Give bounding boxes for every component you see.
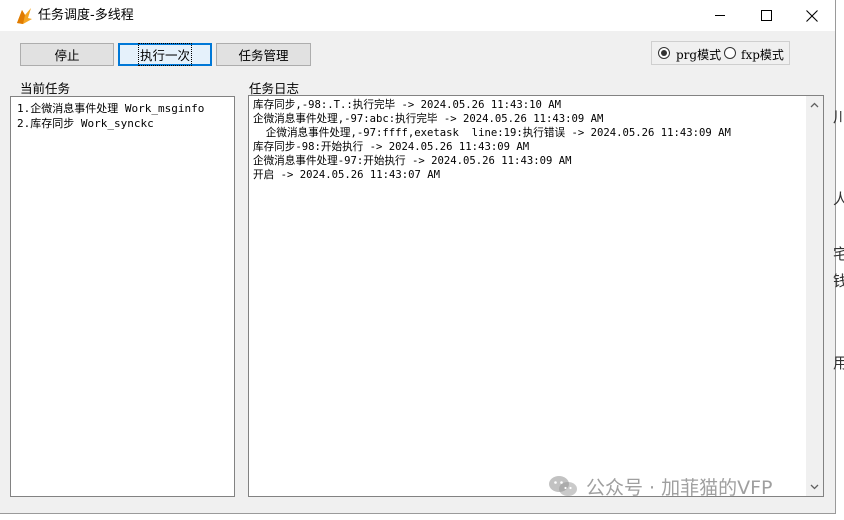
close-icon — [806, 9, 818, 22]
list-item[interactable]: 2.库存同步 Work_synckc — [17, 116, 228, 131]
log-line: 企微消息事件处理,-97:ffff,exetask line:19:执行错误 -… — [253, 127, 731, 139]
fxp-mode-radio[interactable] — [724, 47, 736, 59]
background-glyph: 宅 — [833, 245, 844, 263]
window-title: 任务调度-多线程 — [38, 8, 134, 23]
prg-mode-label[interactable]: prg模式 — [676, 46, 721, 63]
scroll-down-icon[interactable] — [810, 482, 819, 491]
run-once-button-label: 执行一次 — [137, 43, 193, 66]
fxp-mode-label[interactable]: fxp模式 — [741, 46, 784, 63]
scroll-up-icon[interactable] — [810, 101, 819, 110]
task-manage-button-label: 任务管理 — [238, 48, 289, 63]
app-fox-icon — [17, 8, 32, 24]
task-log-textarea[interactable]: 库存同步,-98:.T.:执行完毕 -> 2024.05.26 11:43:10… — [248, 95, 824, 497]
close-button[interactable] — [789, 0, 835, 31]
mode-radio-group: prg模式 fxp模式 — [651, 41, 790, 65]
title-bar[interactable]: 任务调度-多线程 — [0, 0, 835, 31]
background-glyph: 人 — [833, 190, 844, 208]
maximize-icon — [760, 10, 772, 21]
current-tasks-list[interactable]: 1.企微消息事件处理 Work_msginfo 2.库存同步 Work_sync… — [10, 96, 235, 497]
log-line: 企微消息事件处理-97:开始执行 -> 2024.05.26 11:43:09 … — [253, 155, 572, 167]
log-line: 库存同步-98:开始执行 -> 2024.05.26 11:43:09 AM — [253, 141, 530, 153]
prg-mode-radio[interactable] — [658, 47, 670, 59]
current-tasks-label: 当前任务 — [20, 81, 71, 96]
watermark: 公众号 · 加菲猫的VFP — [548, 472, 773, 500]
watermark-text: 公众号 · 加菲猫的VFP — [586, 476, 773, 499]
stop-button-label: 停止 — [54, 48, 80, 63]
run-once-button[interactable]: 执行一次 — [118, 43, 212, 66]
log-line: 开启 -> 2024.05.26 11:43:07 AM — [253, 169, 441, 181]
log-line: 企微消息事件处理,-97:abc:执行完毕 -> 2024.05.26 11:4… — [253, 113, 604, 125]
wechat-icon — [549, 476, 577, 496]
list-item[interactable]: 1.企微消息事件处理 Work_msginfo — [17, 101, 228, 116]
stop-button[interactable]: 停止 — [20, 43, 114, 66]
log-scrollbar[interactable] — [806, 96, 823, 496]
main-window: 任务调度-多线程 停止 执行一次 任务管理 prg模式 fxp模式 当前任务 任… — [0, 0, 836, 514]
maximize-button[interactable] — [743, 0, 789, 31]
minimize-icon — [714, 15, 725, 16]
log-line: 库存同步,-98:.T.:执行完毕 -> 2024.05.26 11:43:10… — [253, 99, 561, 111]
background-glyph: 钱 — [833, 272, 844, 290]
background-glyph: 川 — [833, 108, 844, 126]
task-manage-button[interactable]: 任务管理 — [216, 43, 311, 66]
background-glyph: 用 — [833, 354, 844, 372]
minimize-button[interactable] — [697, 0, 743, 31]
